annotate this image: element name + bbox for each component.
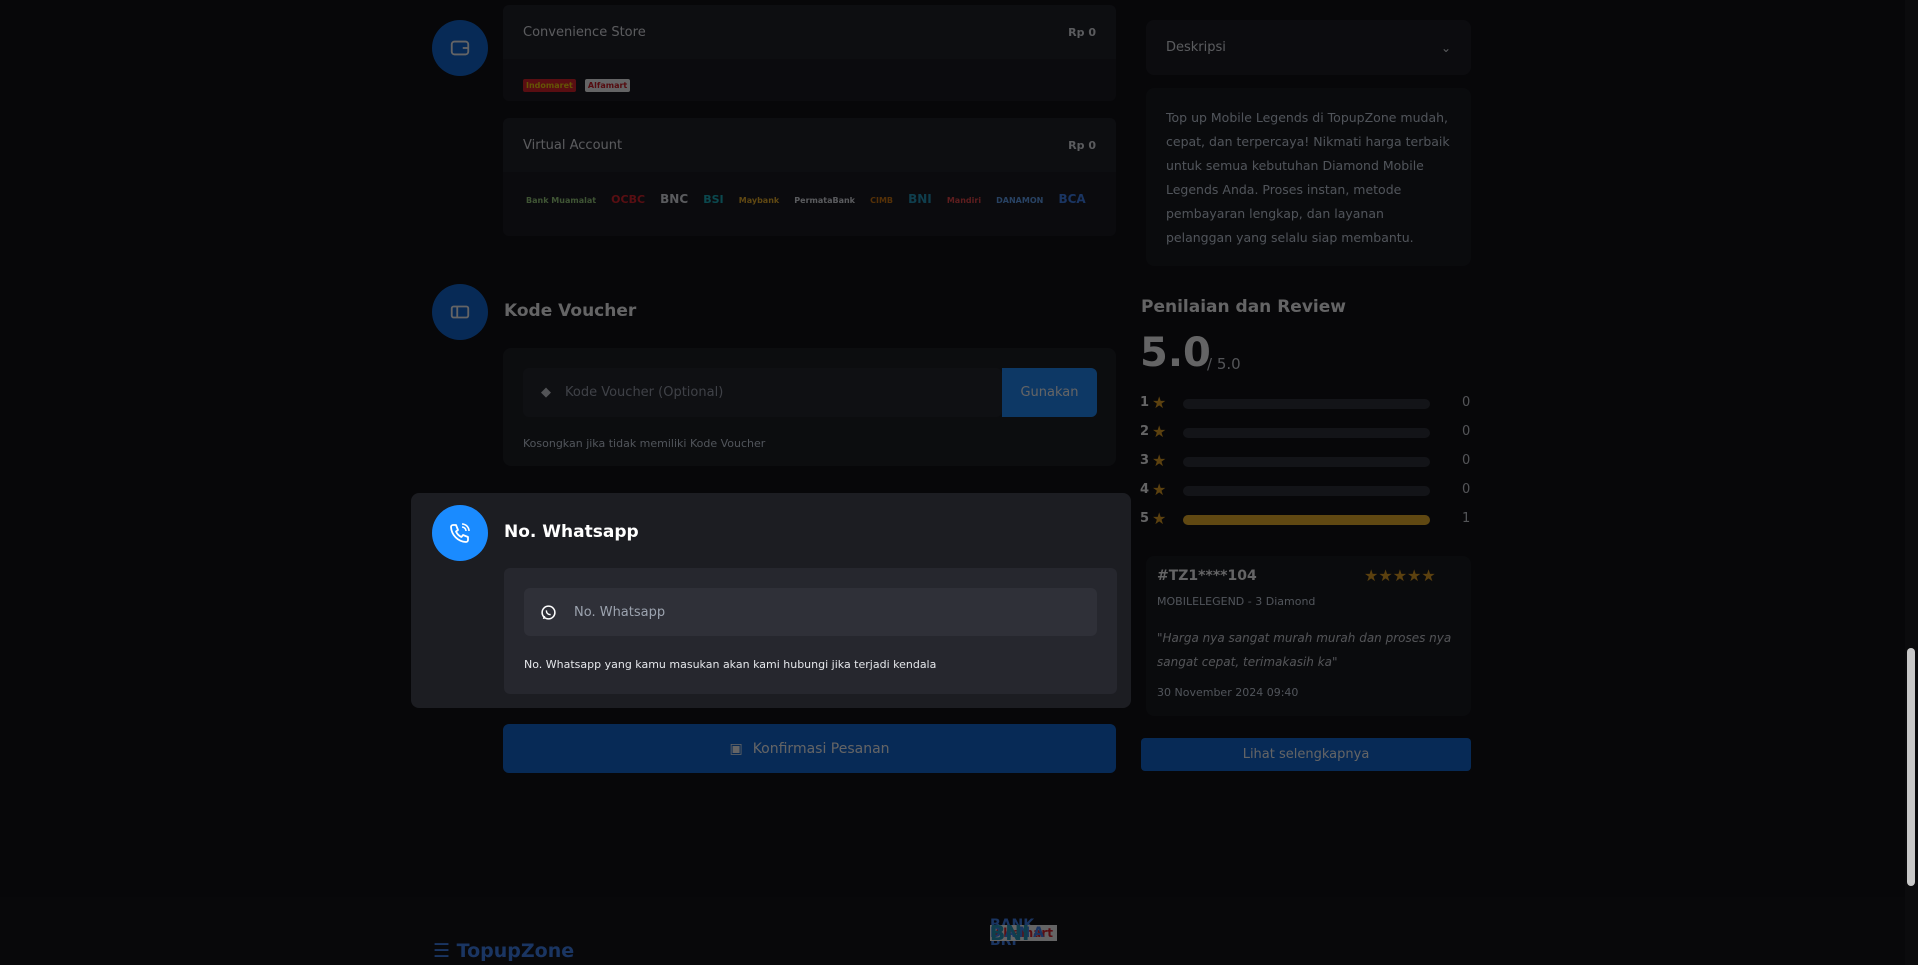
whatsapp-step-icon: [432, 505, 488, 561]
description-text: Top up Mobile Legends di TopupZone mudah…: [1166, 110, 1450, 245]
chevron-down-icon: ⌄: [1440, 40, 1451, 55]
description-toggle[interactable]: Deskripsi ⌄: [1146, 20, 1471, 75]
rating-bar: [1183, 428, 1430, 438]
rating-level: 4: [1140, 482, 1150, 497]
bsi-logo: BSI: [703, 193, 724, 206]
footer-brand-logo[interactable]: ☰ TopupZone: [433, 940, 574, 962]
rating-bar: [1183, 515, 1430, 525]
indomaret-logo: Indomaret: [523, 79, 576, 92]
rating-count: 1: [1462, 511, 1471, 526]
rating-count: 0: [1462, 424, 1471, 439]
convenience-store-logos: Indomaret Alfamart: [503, 59, 1116, 101]
wallet-icon: [450, 40, 470, 56]
maybank-logo: Maybank: [738, 196, 780, 205]
voucher-input-wrap[interactable]: ◆: [523, 368, 1002, 417]
mandiri-logo: Mandiri: [946, 196, 982, 205]
bnc-logo: BNC: [660, 192, 689, 206]
cimb-logo: CIMB: [870, 196, 893, 205]
footer: [0, 897, 1905, 965]
voucher-step-icon: [432, 284, 488, 340]
review-user: #TZ1****104: [1157, 568, 1257, 584]
star-icon: ★: [1364, 566, 1379, 585]
whatsapp-input[interactable]: [574, 604, 1074, 620]
confirm-order-button[interactable]: ▣ Konfirmasi Pesanan: [503, 724, 1116, 773]
whatsapp-icon: [541, 604, 556, 620]
review-product: MOBILELEGEND - 3 Diamond: [1157, 595, 1316, 608]
virtual-account-logos: Bank Muamalat OCBC BNC BSI Maybank Perma…: [503, 172, 1116, 236]
payment-price: Rp 0: [1068, 138, 1096, 152]
rating-bar: [1183, 399, 1430, 409]
rating-level: 2: [1140, 424, 1150, 439]
star-icon: ★: [1407, 566, 1422, 585]
confirm-order-label: Konfirmasi Pesanan: [752, 740, 890, 757]
star-icon: ★: [1152, 480, 1167, 499]
basket-icon: ▣: [729, 740, 743, 757]
rating-count: 0: [1462, 453, 1471, 468]
rating-count: 0: [1462, 482, 1471, 497]
description-label: Deskripsi: [1166, 40, 1226, 55]
reviews-title: Penilaian dan Review: [1141, 297, 1346, 317]
bni-logo: BNI: [990, 921, 1030, 945]
phone-call-icon: [450, 523, 470, 543]
whatsapp-input-wrap[interactable]: [524, 588, 1097, 636]
payment-price: Rp 0: [1068, 25, 1096, 39]
apply-voucher-button[interactable]: Gunakan: [1002, 368, 1097, 417]
star-icon: ★: [1152, 393, 1167, 412]
whatsapp-title: No. Whatsapp: [504, 522, 639, 542]
rating-level: 1: [1140, 395, 1150, 410]
ticket-icon: [450, 305, 470, 319]
payment-label: Virtual Account: [523, 137, 623, 153]
rating-bar: [1183, 486, 1430, 496]
rating-level: 5: [1140, 511, 1150, 526]
bca-logo: BCA: [1058, 192, 1086, 206]
tag-icon: ◆: [541, 385, 551, 400]
payment-label: Convenience Store: [523, 24, 646, 40]
star-icon: ★: [1392, 566, 1408, 585]
voucher-input[interactable]: [565, 385, 965, 400]
payment-virtual-account[interactable]: Virtual Account Rp 0: [503, 118, 1116, 172]
reviews-score: 5.0: [1140, 330, 1211, 376]
description-card: Top up Mobile Legends di TopupZone mudah…: [1146, 88, 1471, 266]
muamalat-logo: Bank Muamalat: [526, 196, 597, 205]
topupzone-icon: ☰: [433, 940, 451, 962]
danamon-logo: DANAMON: [996, 196, 1044, 205]
star-icon: ★: [1152, 422, 1167, 441]
reviews-score-max: / 5.0: [1207, 355, 1241, 373]
scrollbar-thumb[interactable]: [1907, 648, 1915, 886]
payment-convenience-store[interactable]: Convenience Store Rp 0: [503, 5, 1116, 59]
rating-count: 0: [1462, 395, 1471, 410]
voucher-hint: Kosongkan jika tidak memiliki Kode Vouch…: [523, 437, 766, 450]
bni-logo: BNI: [908, 192, 932, 206]
review-comment: "Harga nya sangat murah murah dan proses…: [1157, 631, 1452, 669]
whatsapp-hint: No. Whatsapp yang kamu masukan akan kami…: [524, 658, 937, 671]
rating-bar-fill: [1183, 515, 1430, 525]
rating-bar: [1183, 457, 1430, 467]
star-icon: ★: [1378, 566, 1393, 585]
footer-brand: TopupZone: [456, 940, 575, 962]
star-icon: ★: [1421, 566, 1436, 585]
wallet-step-icon: [432, 20, 488, 76]
star-icon: ★: [1152, 451, 1167, 470]
review-date: 30 November 2024 09:40: [1157, 686, 1299, 699]
rating-level: 3: [1140, 453, 1150, 468]
review-card: #TZ1****104 ★★★★★ MOBILELEGEND - 3 Diamo…: [1146, 556, 1471, 716]
star-icon: ★: [1152, 509, 1167, 528]
ocbc-logo: OCBC: [611, 193, 646, 206]
review-stars: ★★★★★: [1364, 566, 1436, 585]
see-more-reviews-button[interactable]: Lihat selengkapnya: [1141, 738, 1471, 771]
voucher-title: Kode Voucher: [504, 301, 637, 321]
alfamart-logo: Alfamart: [584, 79, 631, 92]
permata-logo: PermataBank: [794, 196, 855, 205]
